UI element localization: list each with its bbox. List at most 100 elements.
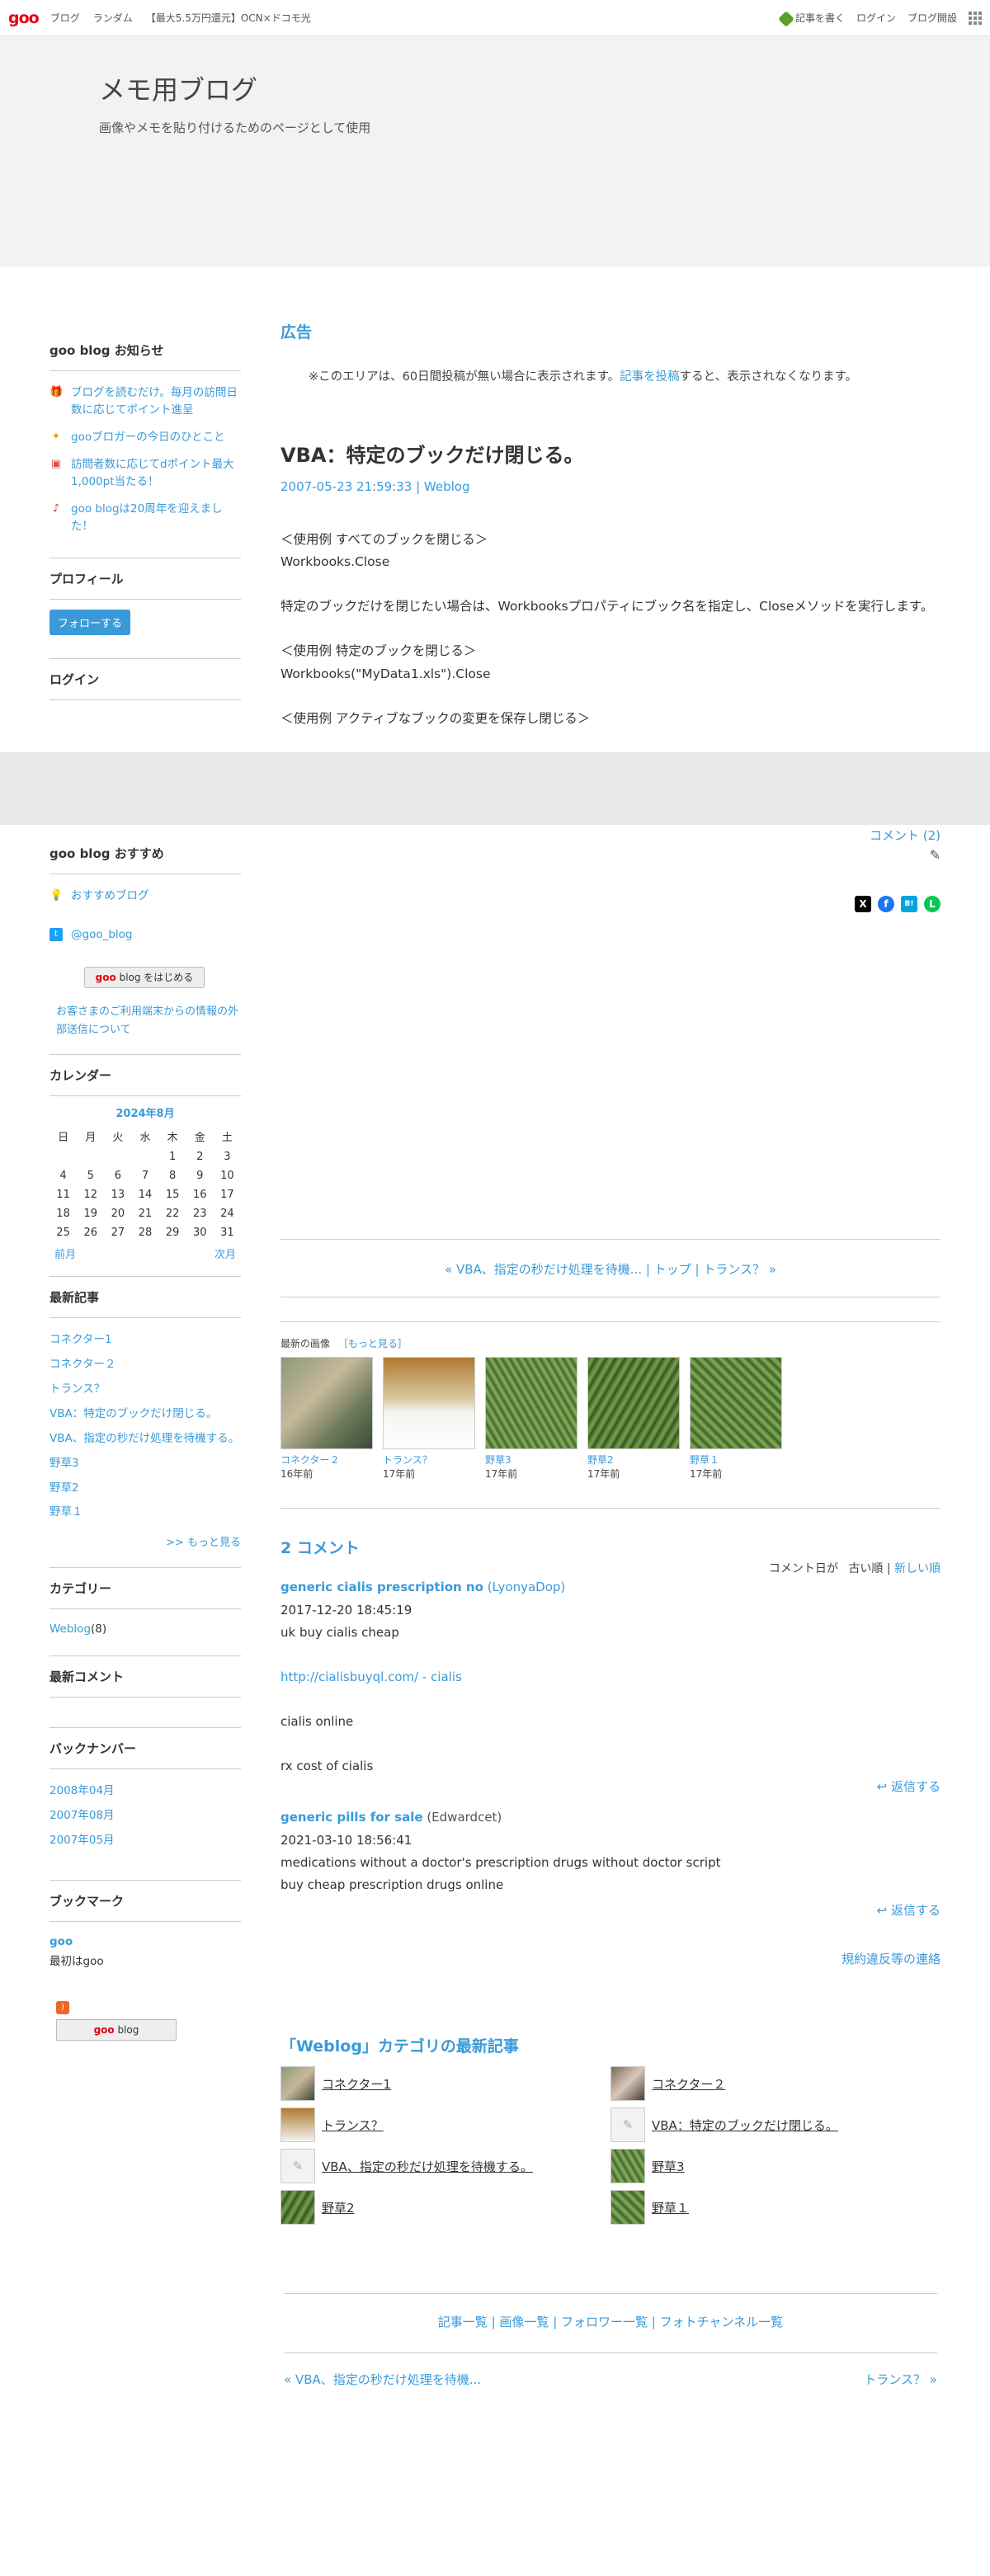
category-latest-item[interactable]: 野草3 [610, 2149, 940, 2183]
gallery-thumbnail[interactable] [690, 1357, 782, 1449]
gallery-item[interactable]: コネクター２ 16年前 [280, 1357, 373, 1481]
category-weblog-link[interactable]: Weblog [50, 1622, 91, 1636]
news-item[interactable]: 🎁 ブログを読むだけ。毎月の訪問日数に応じてポイント進呈 [50, 384, 241, 419]
follow-button[interactable]: フォローする [50, 610, 131, 636]
gallery-item[interactable]: 野草１ 17年前 [690, 1357, 782, 1481]
external-transmission-link[interactable]: お客さまのご利用端末からの情報の外部送信について [56, 1003, 241, 1039]
backnumber-item[interactable]: 2007年08月 [50, 1807, 241, 1825]
calendar-prev-link[interactable]: 前月 [54, 1246, 76, 1261]
gallery-thumbnail[interactable] [485, 1357, 578, 1449]
recent-article-item[interactable]: VBA、指定の秒だけ処理を待機する。 [50, 1430, 241, 1448]
bottom-next-link[interactable]: トランス？ » [864, 2371, 937, 2388]
category-latest-item[interactable]: ✎ VBA：特定のブックだけ閉じる。 [610, 2107, 940, 2142]
login-link[interactable]: ログイン [856, 11, 896, 25]
top-bar-actions: 記事を書く ログイン ブログ開設 [778, 10, 982, 27]
comment-title-link[interactable]: generic pills for sale [280, 1810, 423, 1825]
news-item[interactable]: ▣ 訪問者数に応じてdポイント最大1,000pt当たる！ [50, 456, 241, 491]
recent-article-item[interactable]: トランス？ [50, 1381, 241, 1398]
no-image-icon[interactable]: ✎ [280, 2149, 315, 2183]
category-latest-item[interactable]: コネクター２ [610, 2066, 940, 2101]
category-latest-thumb[interactable] [280, 2107, 315, 2142]
bottom-prev-link[interactable]: « VBA、指定の秒だけ処理を待機... [284, 2371, 481, 2388]
sort-old-label[interactable]: 古い順 [848, 1562, 883, 1575]
reply-icon: ↩ [876, 1903, 891, 1918]
article-list-link[interactable]: 記事一覧 [438, 2315, 488, 2329]
category-latest-item[interactable]: ✎ VBA、指定の秒だけ処理を待機する。 [280, 2149, 610, 2183]
reply-button[interactable]: ↩ 返信する [877, 1903, 940, 1918]
recent-article-item[interactable]: 野草１ [50, 1504, 241, 1521]
comment-url-link[interactable]: http://cialisbuyql.com/ - cialis [280, 1669, 462, 1684]
reply-button[interactable]: ↩ 返信する [877, 1779, 940, 1794]
gallery-item[interactable]: トランス？ 17年前 [383, 1357, 475, 1481]
calendar-next-link[interactable]: 次月 [214, 1246, 236, 1261]
share-bar: X f B! L [280, 896, 940, 912]
sort-new-link[interactable]: 新しい順 [894, 1562, 940, 1575]
footer-blog-banner[interactable]: goo blog [56, 2019, 177, 2041]
category-latest-item[interactable]: 野草１ [610, 2190, 940, 2225]
post-date-link[interactable]: 2007-05-23 21:59:33 [280, 479, 412, 494]
post-title[interactable]: VBA：特定のブックだけ閉じる。 [280, 439, 940, 468]
nav-blog[interactable]: ブログ [50, 11, 80, 25]
rss-icon[interactable]: ) [56, 2001, 69, 2015]
hatena-share-icon[interactable]: B! [901, 896, 917, 912]
category-latest-thumb[interactable] [280, 2066, 315, 2101]
category-latest-item[interactable]: 野草2 [280, 2190, 610, 2225]
recent-article-item[interactable]: コネクター1 [50, 1331, 241, 1349]
category-latest-thumb[interactable] [280, 2190, 315, 2225]
twitter-item[interactable]: t @goo_blog [50, 926, 241, 944]
recent-article-item[interactable]: VBA：特定のブックだけ閉じる。 [50, 1406, 241, 1423]
comment-author-link[interactable]: (LyonyaDop) [488, 1580, 566, 1594]
gallery-thumbnail[interactable] [383, 1357, 475, 1449]
gallery-caption[interactable]: トランス？ [383, 1453, 475, 1467]
line-share-icon[interactable]: L [924, 896, 940, 912]
nav-ocn-promo[interactable]: 【最大5.5万円還元】OCN×ドコモ光 [146, 11, 311, 25]
report-violation-link[interactable]: 規約違反等の連絡 [842, 1952, 940, 1966]
gallery-caption[interactable]: 野草１ [690, 1453, 782, 1467]
gallery-item[interactable]: 野草2 17年前 [587, 1357, 680, 1481]
post-article-link[interactable]: 記事を投稿 [620, 370, 680, 384]
facebook-share-icon[interactable]: f [878, 896, 894, 912]
gallery-caption[interactable]: 野草2 [587, 1453, 680, 1467]
recent-article-item[interactable]: 野草2 [50, 1480, 241, 1497]
latest-images-more-link[interactable]: ［もっと見る］ [338, 1338, 408, 1349]
next-post-link[interactable]: トランス？ » [703, 1262, 776, 1277]
post-meta: 2007-05-23 21:59:33 | Weblog [280, 479, 470, 494]
gallery-thumbnail[interactable] [280, 1357, 373, 1449]
start-blog-banner[interactable]: goo blog をはじめる [84, 966, 205, 988]
bookmark-goo-link[interactable]: goo [50, 1935, 73, 1948]
news-item[interactable]: ✦ gooブロガーの今日のひとこと [50, 429, 241, 446]
recommend-blog-item[interactable]: 💡 おすすめブログ [50, 888, 241, 905]
gallery-caption[interactable]: 野草3 [485, 1453, 578, 1467]
edit-pencil-icon[interactable]: ✎ [280, 847, 940, 863]
category-latest-thumb[interactable] [610, 2190, 645, 2225]
category-latest-item[interactable]: トランス？ [280, 2107, 610, 2142]
comment-title-link[interactable]: generic cialis prescription no [280, 1580, 483, 1594]
gallery-caption[interactable]: コネクター２ [280, 1453, 373, 1467]
app-grid-icon[interactable] [969, 11, 982, 25]
open-blog-link[interactable]: ブログ開設 [908, 11, 957, 25]
backnumber-item[interactable]: 2007年05月 [50, 1832, 241, 1849]
comment-count-link[interactable]: コメント (2) [870, 828, 940, 843]
post-category-link[interactable]: Weblog [424, 479, 470, 494]
image-list-link[interactable]: 画像一覧 [499, 2315, 549, 2329]
x-share-icon[interactable]: X [855, 896, 871, 912]
goo-logo[interactable]: goo [8, 9, 40, 27]
top-link[interactable]: トップ [654, 1262, 691, 1277]
news-item[interactable]: ♪ goo blogは20周年を迎えました！ [50, 501, 241, 535]
blog-title[interactable]: メモ用ブログ [99, 69, 257, 107]
recent-article-item[interactable]: 野草3 [50, 1455, 241, 1472]
gallery-thumbnail[interactable] [587, 1357, 680, 1449]
category-latest-item[interactable]: コネクター1 [280, 2066, 610, 2101]
write-article-link[interactable]: 記事を書く [778, 10, 845, 27]
nav-random[interactable]: ランダム [93, 11, 133, 25]
photo-channel-link[interactable]: フォトチャンネル一覧 [660, 2315, 784, 2329]
more-articles-link[interactable]: >> もっと見る [166, 1537, 241, 1549]
prev-post-link[interactable]: « VBA、指定の秒だけ処理を待機... [445, 1262, 642, 1277]
gallery-item[interactable]: 野草3 17年前 [485, 1357, 578, 1481]
no-image-icon[interactable]: ✎ [610, 2107, 645, 2142]
backnumber-item[interactable]: 2008年04月 [50, 1782, 241, 1800]
category-latest-thumb[interactable] [610, 2149, 645, 2183]
category-latest-thumb[interactable] [610, 2066, 645, 2101]
follower-list-link[interactable]: フォロワー一覧 [561, 2315, 648, 2329]
recent-article-item[interactable]: コネクター２ [50, 1356, 241, 1373]
